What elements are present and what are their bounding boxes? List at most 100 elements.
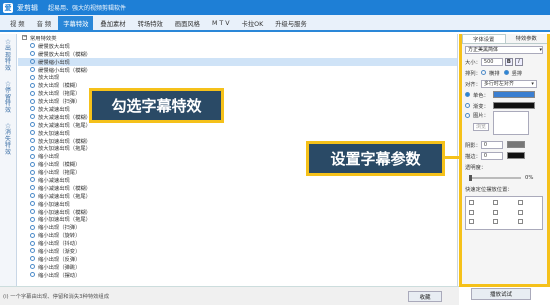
effect-list-item[interactable]: 缩小出现（扫弹）: [18, 223, 457, 231]
position-checkbox[interactable]: [517, 209, 523, 215]
opacity-slider[interactable]: [469, 174, 521, 181]
opacity-slider-handle[interactable]: [469, 174, 472, 181]
sidebar-item-0[interactable]: ☆ 出现特效: [0, 34, 16, 76]
sidebar-item-1[interactable]: ☆ 停留特效: [0, 76, 16, 118]
effect-list-item[interactable]: 缓慢放大出现: [18, 42, 457, 50]
vertical-radio[interactable]: [503, 70, 509, 75]
effect-list-item[interactable]: 缩小减速出现（模糊）: [18, 184, 457, 192]
single-color-swatch[interactable]: [492, 91, 535, 98]
effect-radio[interactable]: [30, 82, 35, 88]
effect-radio[interactable]: [30, 240, 35, 246]
favorite-button[interactable]: 收藏: [408, 291, 442, 302]
tab-7[interactable]: 卡拉OK: [237, 16, 269, 30]
effect-list-item[interactable]: 缩小出现（渐变）: [18, 247, 457, 255]
position-checkbox[interactable]: [493, 209, 499, 215]
effect-radio[interactable]: [30, 193, 35, 199]
single-color-radio[interactable]: [465, 92, 470, 97]
effect-list-item[interactable]: 缩小出现（旋转）: [18, 231, 457, 239]
effect-radio[interactable]: [30, 256, 35, 262]
effect-radio[interactable]: [30, 130, 35, 136]
effect-radio[interactable]: [30, 138, 35, 144]
position-checkbox[interactable]: [517, 219, 523, 225]
tab-6[interactable]: M T V: [207, 16, 235, 30]
effect-radio[interactable]: [30, 114, 35, 120]
effect-radio[interactable]: [30, 90, 35, 96]
collapse-icon[interactable]: −: [22, 35, 27, 41]
horizontal-radio[interactable]: [480, 70, 486, 75]
shadow-color-swatch[interactable]: [506, 141, 525, 148]
effect-radio[interactable]: [30, 98, 35, 104]
effect-radio[interactable]: [30, 161, 35, 167]
italic-button[interactable]: I: [514, 57, 523, 66]
tab-3[interactable]: 叠加素材: [95, 16, 130, 30]
effect-list-item[interactable]: 缩小出现（摆动）: [18, 271, 457, 279]
effect-radio[interactable]: [30, 74, 35, 80]
gradient-swatch[interactable]: [492, 102, 535, 109]
effect-list-item[interactable]: 缓慢放大出现（模糊）: [18, 50, 457, 58]
effect-list-item[interactable]: 放大出现（拖尾）: [18, 89, 457, 97]
browse-button[interactable]: 浏览: [473, 123, 489, 131]
effect-list-item[interactable]: 缩小减速出现（拖尾）: [18, 192, 457, 200]
effect-list-item[interactable]: 放大出现（模糊）: [18, 81, 457, 89]
tab-1[interactable]: 音 频: [32, 16, 57, 30]
sidebar-item-2[interactable]: ☆ 消失特效: [0, 118, 16, 160]
position-checkbox[interactable]: [469, 200, 474, 205]
effect-list-item[interactable]: 缓慢缩小出现: [18, 57, 457, 66]
effect-radio[interactable]: [30, 209, 35, 215]
effect-radio[interactable]: [30, 43, 35, 49]
effect-radio[interactable]: [30, 224, 35, 230]
effect-radio[interactable]: [30, 272, 35, 278]
effect-radio[interactable]: [30, 169, 35, 175]
shadow-input[interactable]: 0: [480, 140, 503, 149]
effect-group[interactable]: − 常用特效类: [18, 34, 457, 42]
gradient-radio[interactable]: [465, 103, 470, 108]
effect-list-item[interactable]: 放大减速出现: [18, 105, 457, 113]
effect-list-item[interactable]: 放大出现（扫弹）: [18, 97, 457, 105]
tab-effect-params[interactable]: 特效参数: [506, 34, 548, 43]
tab-font-settings[interactable]: 字体设置: [462, 34, 506, 43]
tab-5[interactable]: 画面风格: [170, 16, 205, 30]
effect-list-item[interactable]: 缓慢缩小出现（模糊）: [18, 66, 457, 74]
tab-4[interactable]: 转场特效: [133, 16, 168, 30]
position-checkbox[interactable]: [469, 219, 474, 225]
stroke-input[interactable]: 0: [480, 151, 503, 160]
position-checkbox[interactable]: [493, 200, 499, 205]
font-size-input[interactable]: 500: [480, 57, 503, 66]
effect-radio[interactable]: [30, 122, 35, 128]
effect-list-item[interactable]: 缩小出现（抖动）: [18, 239, 457, 247]
tab-2[interactable]: 字幕特效: [58, 16, 94, 30]
effect-radio[interactable]: [30, 216, 35, 222]
play-preview-button[interactable]: 播放试试: [471, 288, 531, 300]
effect-radio[interactable]: [30, 248, 35, 254]
effect-list-item[interactable]: 缩小出现（反弹）: [18, 255, 457, 263]
effect-radio[interactable]: [30, 106, 35, 112]
bold-button[interactable]: B: [504, 57, 513, 66]
effect-radio[interactable]: [30, 264, 35, 270]
effect-list-item[interactable]: 缩小加速出现（模糊）: [18, 208, 457, 216]
font-family-select[interactable]: 方正美黑简体 ▾: [465, 46, 543, 54]
effect-list-item[interactable]: 放大减速出现（模糊）: [18, 113, 457, 121]
effect-list-item[interactable]: 缩小出现（弹跳）: [18, 263, 457, 271]
tab-8[interactable]: 升级与服务: [270, 16, 311, 30]
stroke-color-swatch[interactable]: [506, 152, 525, 159]
align-select[interactable]: 多行时左对齐 ▾: [480, 79, 537, 88]
tab-0[interactable]: 视 频: [5, 16, 30, 30]
effect-radio[interactable]: [30, 67, 35, 72]
effect-radio[interactable]: [30, 177, 35, 183]
effect-list-item[interactable]: 放大出现: [18, 73, 457, 81]
effect-list-item[interactable]: 放大减速出现（拖尾）: [18, 121, 457, 129]
effect-list-item[interactable]: 缩小减速出现: [18, 176, 457, 184]
position-checkbox[interactable]: [469, 209, 474, 215]
effect-list-item[interactable]: 放大加速出现: [18, 129, 457, 137]
image-radio[interactable]: [465, 113, 470, 118]
position-checkbox[interactable]: [517, 200, 523, 205]
effect-radio[interactable]: [30, 51, 35, 57]
effect-radio[interactable]: [30, 232, 35, 238]
position-checkbox[interactable]: [493, 219, 499, 225]
effect-radio[interactable]: [30, 185, 35, 191]
effect-radio[interactable]: [30, 201, 35, 207]
effect-radio[interactable]: [30, 153, 35, 159]
effect-radio[interactable]: [30, 145, 35, 151]
effect-list-item[interactable]: 缩小加速出现（拖尾）: [18, 215, 457, 223]
effect-radio[interactable]: [30, 59, 35, 65]
